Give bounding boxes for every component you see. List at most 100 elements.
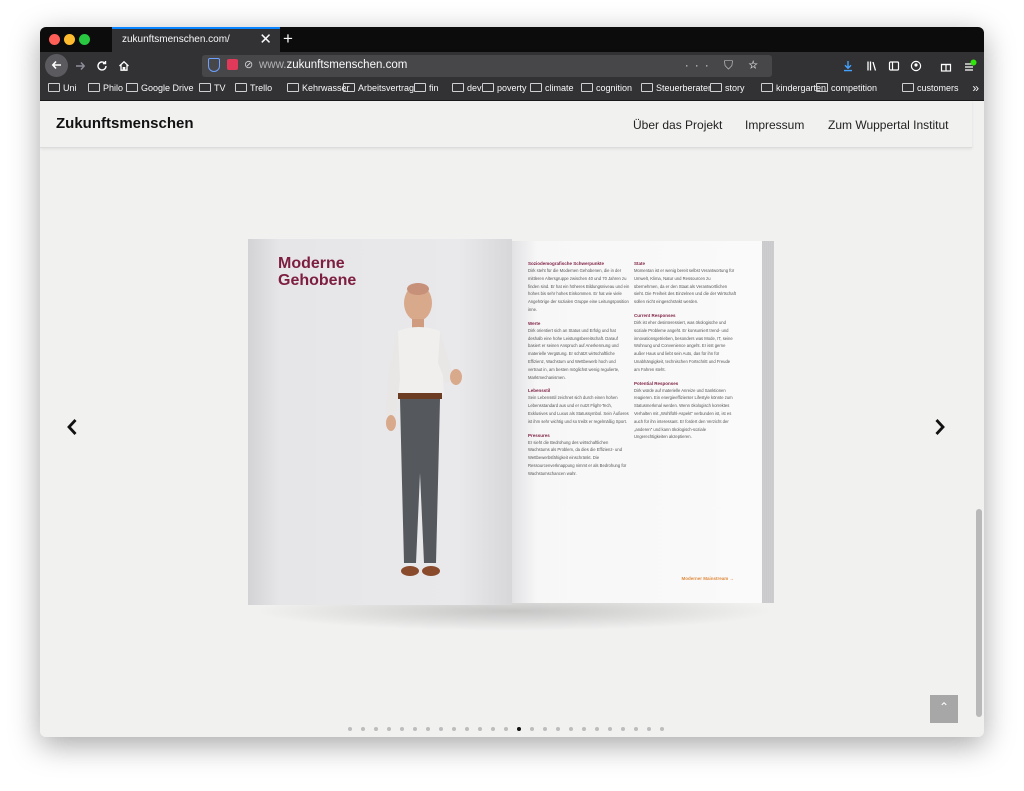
bookmark-item[interactable]: Kehrwasser	[287, 83, 350, 93]
folder-icon	[581, 83, 593, 92]
address-bar[interactable]: ⊘ www.zukunftsmenschen.com ··· ⛉ ☆	[202, 55, 772, 77]
folder-icon	[452, 83, 464, 92]
book-left-page: Moderne Gehobene	[248, 239, 512, 605]
pagination-dot[interactable]	[478, 726, 482, 731]
pagination-dot[interactable]	[582, 726, 586, 731]
section-body: Dirk würde auf materielle Anreize und Sa…	[634, 387, 733, 440]
zoom-window-button[interactable]	[79, 34, 90, 45]
pagination-dot[interactable]	[426, 726, 430, 731]
minimize-window-button[interactable]	[64, 34, 75, 45]
bookmark-item[interactable]: story	[710, 83, 745, 93]
pagination-dot[interactable]	[387, 726, 391, 731]
pagination-dot[interactable]	[608, 726, 612, 731]
reload-button[interactable]	[94, 52, 110, 81]
site-header: Zukunftsmenschen Über das Projekt Impres…	[40, 101, 972, 148]
tab-strip: zukunftsmenschen.com/ ✕ +	[40, 27, 984, 52]
bookmark-item[interactable]: climate	[530, 83, 574, 93]
bookmark-item[interactable]: competition	[816, 83, 877, 93]
library-icon[interactable]	[866, 52, 878, 82]
bookmark-label: fin	[429, 83, 439, 93]
section-body: Dirk orientiert sich an Status und Erfol…	[528, 327, 620, 380]
bookmark-item[interactable]: Steuerberater	[641, 83, 711, 93]
bookmark-item[interactable]: fin	[414, 83, 439, 93]
pagination-dot[interactable]	[452, 726, 456, 731]
bookmark-item[interactable]: Trello	[235, 83, 272, 93]
carousel-next-button[interactable]	[934, 416, 946, 442]
back-button[interactable]	[45, 54, 68, 77]
bookmark-item[interactable]: Arbeitsvertrag	[343, 83, 414, 93]
bookmark-label: Google Drive	[141, 83, 194, 93]
pagination-dot[interactable]	[400, 726, 404, 731]
bookmarks-overflow-icon[interactable]: »	[972, 81, 979, 95]
tab-title: zukunftsmenschen.com/	[122, 34, 230, 45]
page-actions[interactable]: ··· ⛉ ☆	[685, 58, 764, 73]
permissions-icon[interactable]: ⊘	[244, 58, 253, 71]
pagination-dot[interactable]	[530, 726, 534, 731]
close-icon[interactable]: ✕	[259, 31, 272, 49]
nav-link-ueber[interactable]: Über das Projekt	[633, 118, 722, 132]
pagination-dot[interactable]	[348, 726, 352, 731]
url-text[interactable]: www.zukunftsmenschen.com	[259, 59, 407, 71]
close-window-button[interactable]	[49, 34, 60, 45]
bookmark-item[interactable]: cognition	[581, 83, 632, 93]
pagination-dot[interactable]	[634, 726, 638, 731]
download-icon[interactable]	[842, 52, 854, 82]
carousel-prev-button[interactable]	[66, 416, 78, 442]
section-heading: Lebensstil	[528, 388, 551, 394]
site-logo[interactable]: Zukunftsmenschen	[56, 115, 194, 132]
bookmark-item[interactable]: poverty	[482, 83, 527, 93]
url-prefix: www.	[259, 59, 287, 71]
sidebar-icon[interactable]	[888, 52, 900, 82]
account-icon[interactable]	[910, 52, 922, 82]
pagination-dot[interactable]	[556, 726, 560, 731]
pagination-dot[interactable]	[413, 726, 417, 731]
gift-icon[interactable]	[940, 52, 952, 82]
folder-icon	[414, 83, 426, 92]
bookmark-item[interactable]: Uni	[48, 83, 77, 93]
tab-active[interactable]: zukunftsmenschen.com/ ✕	[112, 27, 280, 52]
bookmark-item[interactable]: Philo	[88, 83, 123, 93]
pagination-dot[interactable]	[660, 726, 664, 731]
section-heading: Potential Responses	[634, 380, 679, 386]
pagination-dot[interactable]	[439, 726, 443, 731]
bookmark-item[interactable]: Google Drive	[126, 83, 194, 93]
back-to-top-button[interactable]: ⌃	[930, 695, 958, 723]
pagination-dot[interactable]	[517, 726, 521, 731]
pagination-dot[interactable]	[374, 726, 378, 731]
folder-icon	[88, 83, 100, 92]
pagination-dot[interactable]	[504, 726, 508, 731]
folder-icon	[710, 83, 722, 92]
pagination-dot[interactable]	[465, 726, 469, 731]
nav-link-wuppertal[interactable]: Zum Wuppertal Institut	[828, 118, 949, 132]
url-host: zukunftsmenschen.com	[286, 59, 408, 71]
site-identity-icon[interactable]	[227, 59, 238, 70]
menu-icon[interactable]	[963, 52, 977, 83]
pagination-dot[interactable]	[569, 726, 573, 731]
bookmark-item[interactable]: TV	[199, 83, 226, 93]
bookmark-label: Steuerberater	[656, 83, 712, 93]
page-content: Zukunftsmenschen Über das Projekt Impres…	[40, 101, 984, 737]
nav-link-impressum[interactable]: Impressum	[745, 118, 804, 132]
bookmark-label: Trello	[250, 83, 273, 93]
forward-button[interactable]	[72, 52, 88, 81]
clay-figure-image	[386, 283, 462, 576]
bookmark-label: Arbeitsvertrag	[358, 83, 415, 93]
new-tab-button[interactable]: +	[283, 27, 293, 51]
bookmark-item[interactable]: customers	[902, 83, 959, 93]
pagination-dot[interactable]	[595, 726, 599, 731]
pagination-dot[interactable]	[491, 726, 495, 731]
folder-icon	[48, 83, 60, 92]
section-body: Dirk ist eher desinteressiert, was ökolo…	[634, 319, 733, 372]
home-button[interactable]	[116, 52, 132, 81]
pagination-dot[interactable]	[621, 726, 625, 731]
pagination-dot[interactable]	[361, 726, 365, 731]
pagination-dot[interactable]	[543, 726, 547, 731]
folder-icon	[816, 83, 828, 92]
bookmark-item[interactable]: dev	[452, 83, 482, 93]
section-body: Dirk steht für die Modernen Gehobenen, d…	[528, 268, 630, 312]
scrollbar-thumb[interactable]	[976, 509, 982, 717]
section-body: Er sieht die Bedrohung des wirtschaftlic…	[528, 439, 627, 476]
pagination-dot[interactable]	[647, 726, 651, 731]
tracking-protection-icon[interactable]	[208, 58, 220, 72]
bookmark-label: climate	[545, 83, 574, 93]
